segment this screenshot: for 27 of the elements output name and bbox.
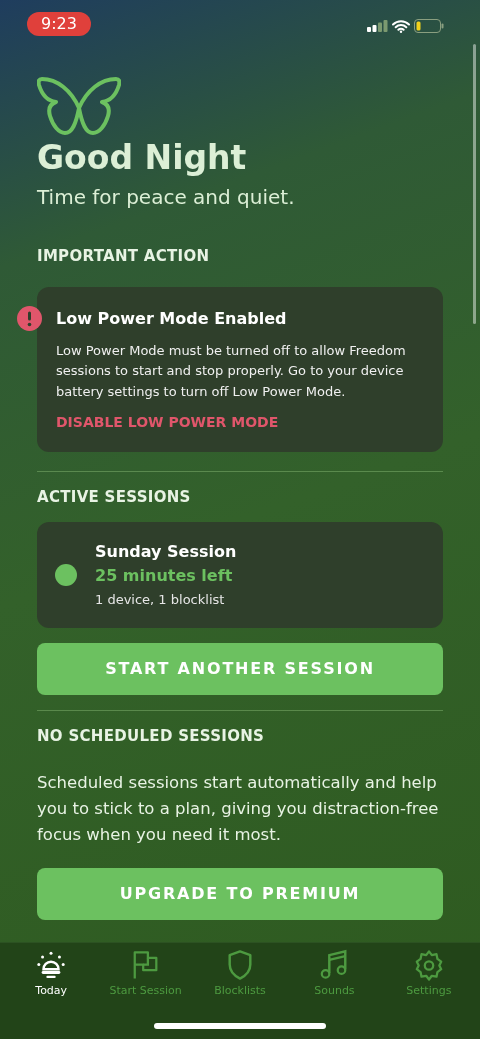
section-heading: IMPORTANT ACTION [37,246,211,265]
tab[interactable]: Start Session [98,949,193,1000]
alert-message: Low Power Mode must be turned off to allow Freedom sessions to start and stop properly. Go to your device battery settings to turn off Low Power Mode. [56,341,407,401]
alert-title: Low Power Mode Enabled [56,307,288,330]
section-heading: ACTIVE SESSIONS [37,488,192,507]
time-remaining: 25 minutes left [95,565,234,588]
wifi-icon [392,19,410,33]
tab[interactable]: Blocklists [192,949,288,1000]
signal-icon [367,20,388,32]
tab[interactable]: Today [4,949,99,1000]
session-name: Sunday Session [95,541,237,564]
start-another-session-button[interactable]: START ANOTHER SESSION [37,642,443,695]
session-details: 1 device, 1 blocklist [95,591,226,610]
shield-icon [225,949,255,981]
upgrade-button[interactable]: UPGRADE TO PREMIUM [37,867,443,920]
status-time: 9:23 [27,12,91,36]
greeting-subtitle: Time for peace and quiet. [37,183,296,211]
greeting-title: Good Night [37,138,248,178]
battery-icon [414,19,444,33]
tab[interactable]: Sounds [287,949,382,1000]
session-card[interactable]: Sunday Session 25 minutes left 1 device, 1 blocklist [37,522,443,628]
settings-icon [413,949,444,981]
scheduled-description: Scheduled sessions start automatically and help you to stick to a plan, giving you distraction-free focus when you need it most. [37,771,440,846]
tab[interactable]: Settings [381,949,477,1000]
disable-low-power-link[interactable]: DISABLE LOW POWER MODE [56,412,279,434]
section-heading: NO SCHEDULED SESSIONS [37,726,266,745]
sun-icon [36,949,67,981]
